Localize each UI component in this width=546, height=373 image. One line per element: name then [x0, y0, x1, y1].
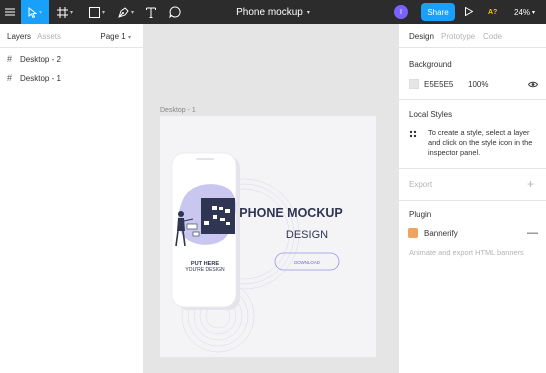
- download-label: DOWNLOAD: [294, 260, 320, 265]
- headline-2: DESIGN: [286, 229, 328, 241]
- divider: [399, 99, 546, 100]
- document-title: Phone mockup: [236, 6, 303, 18]
- frame-label[interactable]: Desktop - 1: [160, 107, 196, 114]
- board: [201, 198, 235, 234]
- chevron-down-icon: ▾: [69, 9, 73, 16]
- phone-speaker: [196, 158, 214, 160]
- frame-tool-button[interactable]: ▾: [52, 0, 78, 24]
- chevron-down-icon: ▾: [130, 9, 134, 16]
- add-export-button[interactable]: +: [527, 177, 534, 191]
- headline-1: PHONE MOCKUP: [239, 206, 342, 220]
- tab-assets[interactable]: Assets: [37, 32, 61, 41]
- plus-icon: +: [527, 177, 535, 191]
- present-button[interactable]: [465, 6, 474, 18]
- divider: [399, 168, 546, 169]
- chevron-down-icon: ▾: [532, 9, 536, 16]
- layer-item[interactable]: # Desktop - 1: [7, 72, 61, 84]
- eye-icon: [527, 81, 539, 88]
- plugin-description: Animate and export HTML banners: [409, 248, 524, 257]
- plugin-section-title: Plugin: [409, 210, 432, 219]
- frame-tool-icon: [56, 6, 68, 18]
- person-body: [177, 218, 185, 231]
- left-panel-tabs: Layers Assets Page 1 ▾: [0, 24, 143, 48]
- document-title-menu[interactable]: Phone mockup ▾: [218, 0, 328, 24]
- background-section-title: Background: [409, 60, 452, 69]
- person-head: [178, 211, 184, 217]
- layers-panel: Layers Assets Page 1 ▾ # Desktop - 2 # D…: [0, 24, 144, 373]
- zoom-menu[interactable]: 24% ▾: [514, 0, 535, 24]
- shape-tool-button[interactable]: ▾: [84, 0, 110, 24]
- page-selector[interactable]: Page 1 ▾: [100, 32, 131, 41]
- background-hex-field[interactable]: E5E5E5: [424, 80, 453, 89]
- play-icon: [465, 6, 474, 17]
- top-toolbar: ▾ ▾ ▾ ▾ Phone mockup ▾ I Share A? 24% ▾: [0, 0, 546, 24]
- menu-icon: [5, 8, 15, 16]
- local-styles-hint: To create a style, select a layer and cl…: [428, 128, 533, 157]
- layer-label: Desktop - 2: [20, 54, 61, 64]
- pen-tool-button[interactable]: ▾: [113, 0, 139, 24]
- tab-prototype[interactable]: Prototype: [441, 32, 475, 41]
- frame-icon: #: [7, 73, 13, 83]
- layer-item[interactable]: # Desktop - 2: [7, 53, 61, 65]
- background-opacity-field[interactable]: 100%: [468, 80, 488, 89]
- tab-layers[interactable]: Layers: [7, 32, 31, 41]
- zoom-level: 24%: [514, 7, 531, 17]
- shape-tool-icon: [88, 6, 100, 18]
- avatar[interactable]: I: [394, 5, 408, 19]
- chevron-down-icon: ▾: [38, 9, 42, 16]
- plugin-name[interactable]: Bannerify: [424, 229, 458, 238]
- remove-plugin-button[interactable]: —: [527, 227, 538, 239]
- visibility-toggle[interactable]: [527, 81, 539, 90]
- tab-design[interactable]: Design: [409, 32, 434, 41]
- bannerify-icon: [408, 228, 418, 238]
- comment-tool-icon: [169, 6, 181, 18]
- comment-tool-button[interactable]: [164, 0, 186, 24]
- phone-text-2: YOU'RE DESIGN: [185, 267, 225, 273]
- layer-label: Desktop - 1: [20, 73, 61, 83]
- styles-icon: [409, 130, 417, 140]
- canvas[interactable]: Desktop - 1 PUT HERE YOU'RE DESIGN PHONE…: [144, 24, 398, 373]
- page-selector-label: Page 1: [100, 32, 126, 41]
- tab-code[interactable]: Code: [483, 32, 502, 41]
- chevron-down-icon: ▾: [101, 9, 105, 16]
- pen-tool-icon: [118, 6, 129, 18]
- minus-icon: —: [527, 227, 538, 239]
- background-color-swatch[interactable]: [409, 79, 419, 89]
- chevron-down-icon: ▾: [127, 35, 131, 41]
- move-tool-button[interactable]: ▾: [21, 0, 49, 24]
- local-styles-section-title: Local Styles: [409, 110, 453, 119]
- main-menu-button[interactable]: [0, 0, 20, 24]
- export-section-title: Export: [409, 180, 433, 189]
- chevron-down-icon: ▾: [306, 9, 310, 16]
- avatar-initial: I: [400, 8, 402, 16]
- text-tool-icon: [146, 7, 156, 18]
- properties-panel: Design Prototype Code Background E5E5E5 …: [398, 24, 546, 373]
- frame-icon: #: [7, 54, 13, 64]
- design-artwork: PUT HERE YOU'RE DESIGN PHONE MOCKUP DESI…: [171, 152, 343, 353]
- share-button[interactable]: Share: [421, 3, 455, 21]
- move-tool-icon: [28, 6, 37, 18]
- plugin-badge[interactable]: A?: [488, 0, 497, 24]
- divider: [399, 200, 546, 201]
- right-panel-tabs: Design Prototype Code: [399, 24, 546, 48]
- desktop-frame[interactable]: PUT HERE YOU'RE DESIGN PHONE MOCKUP DESI…: [160, 116, 376, 357]
- text-tool-button[interactable]: [142, 0, 160, 24]
